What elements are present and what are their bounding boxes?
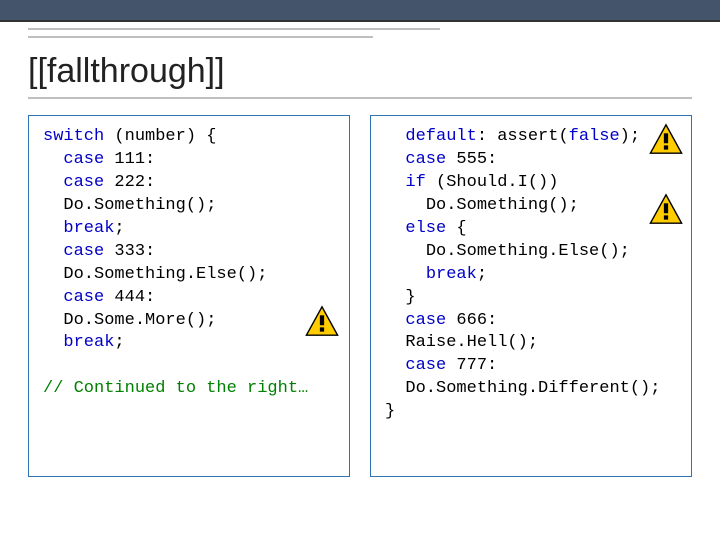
- continued-comment: // Continued to the right…: [43, 379, 308, 398]
- slide-top-bar: [0, 0, 720, 22]
- title-underline: [28, 97, 692, 99]
- slide-title: [[fallthrough]]: [0, 38, 720, 97]
- warning-icon: [649, 122, 683, 156]
- code-right-box: default: assert(false); case 555: if (Sh…: [370, 115, 692, 477]
- warning-icon: [649, 192, 683, 226]
- code-columns: switch (number) { case 111: case 222: Do…: [0, 115, 720, 477]
- header-rules: [0, 28, 720, 38]
- code-left-box: switch (number) { case 111: case 222: Do…: [28, 115, 350, 477]
- warning-icon: [305, 304, 339, 338]
- code-right: default: assert(false); case 555: if (Sh…: [385, 126, 677, 424]
- code-left: switch (number) { case 111: case 222: Do…: [43, 126, 335, 401]
